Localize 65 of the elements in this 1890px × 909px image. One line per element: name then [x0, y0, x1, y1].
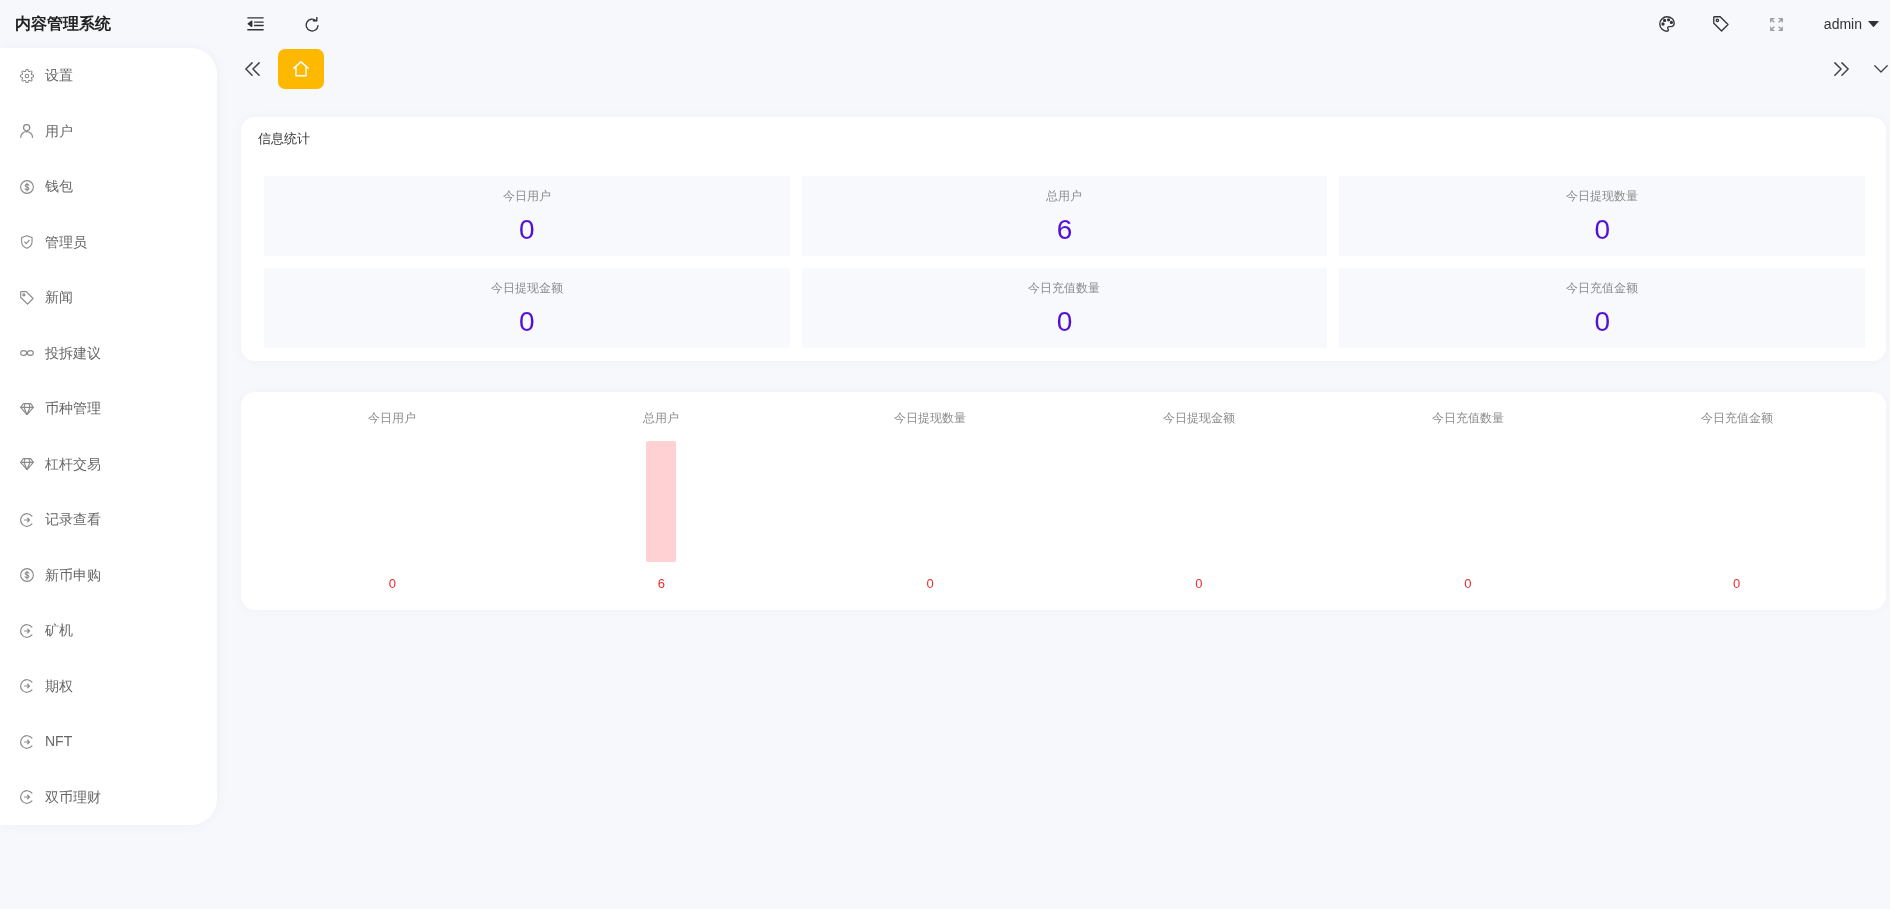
diamond-icon — [20, 402, 34, 415]
chart-category-label: 今日提现数量 — [894, 410, 967, 426]
sidebar-item[interactable]: 杠杆交易 — [0, 436, 217, 492]
sidebar-item[interactable]: 新币申购 — [0, 547, 217, 603]
chart-value-label: 6 — [657, 576, 665, 592]
double-right-arrow-icon[interactable] — [1834, 61, 1849, 77]
sidebar-item[interactable]: 矿机 — [0, 603, 217, 659]
chart-value-label: 0 — [1464, 576, 1472, 592]
stat-value: 0 — [518, 213, 536, 247]
chart-value-label: 0 — [388, 576, 397, 592]
stat-label: 今日提现金额 — [489, 280, 564, 296]
sidebar-item[interactable]: 双币理财 — [0, 769, 217, 825]
sidebar-item[interactable]: 新闻 — [0, 270, 217, 326]
home-icon — [293, 61, 309, 77]
circle-arrow-icon — [20, 512, 34, 527]
diamond-icon — [20, 458, 34, 471]
chart-category-label: 总用户 — [643, 410, 680, 426]
stat-label: 今日充值数量 — [1027, 280, 1102, 296]
circle-arrow-icon — [20, 734, 34, 749]
circle-arrow-icon — [20, 679, 34, 694]
sidebar-item[interactable]: 记录查看 — [0, 492, 217, 548]
sidebar-item[interactable]: 钱包 — [0, 159, 217, 215]
sidebar-item[interactable]: 币种管理 — [0, 381, 217, 437]
user-icon — [20, 124, 34, 139]
chart-value-label: 0 — [1195, 576, 1203, 592]
dollar-circle-icon — [20, 179, 34, 194]
sidebar-item[interactable]: 用户 — [0, 103, 217, 159]
fullscreen-icon[interactable] — [1769, 17, 1783, 31]
sidebar-item[interactable]: 期权 — [0, 658, 217, 714]
stat-value: 0 — [1593, 305, 1611, 339]
chart-category-label: 今日提现金额 — [1162, 410, 1235, 426]
user-menu[interactable]: admin — [1823, 13, 1879, 35]
stat-value: 0 — [518, 305, 536, 339]
stat-label: 今日充值金额 — [1565, 280, 1640, 296]
app-title: 内容管理系统 — [15, 15, 111, 32]
chart-value-label: 0 — [1732, 576, 1741, 592]
stat-value: 0 — [1055, 305, 1074, 339]
double-left-arrow-icon[interactable] — [245, 61, 260, 77]
stat-label: 今日用户 — [501, 188, 552, 204]
chart-category-label: 今日用户 — [368, 410, 417, 426]
palette-icon[interactable] — [1658, 16, 1675, 32]
dollar-circle-icon — [20, 568, 34, 583]
card-title: 信息统计 — [258, 130, 311, 148]
stat-value: 0 — [1593, 213, 1611, 247]
chart-category-label: 今日充值金额 — [1700, 410, 1773, 426]
tag-icon[interactable] — [1712, 16, 1729, 32]
sidebar-item[interactable]: 设置 — [0, 48, 217, 104]
stat-value: 6 — [1055, 213, 1074, 247]
chart-category-label: 今日充值数量 — [1431, 410, 1504, 426]
link-icon — [20, 350, 34, 357]
caret-icon — [1868, 20, 1879, 28]
menu-icon[interactable] — [247, 17, 264, 31]
chart-value-label: 0 — [926, 576, 934, 592]
stat-label: 今日提现数量 — [1565, 188, 1640, 204]
circle-arrow-icon — [20, 790, 34, 805]
gear-icon — [20, 68, 34, 83]
shield-check-icon — [21, 235, 33, 250]
sidebar-item[interactable]: NFT — [0, 714, 217, 770]
sidebar-item[interactable]: 投拆建议 — [0, 325, 217, 381]
refresh-icon[interactable] — [305, 16, 320, 32]
circle-arrow-icon — [20, 623, 34, 638]
stat-label: 总用户 — [1045, 188, 1084, 204]
sidebar-item[interactable]: 管理员 — [0, 214, 217, 270]
tag-icon — [20, 290, 34, 305]
chevron-down-icon[interactable] — [1874, 65, 1888, 73]
